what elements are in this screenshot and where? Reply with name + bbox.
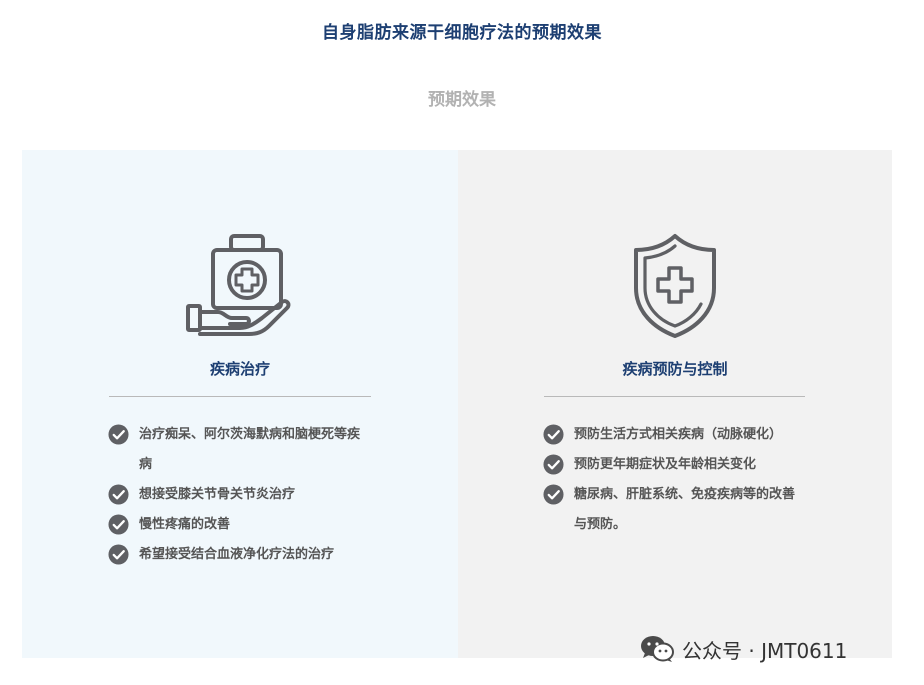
- wechat-icon: [641, 636, 674, 662]
- check-circle-icon: [543, 424, 564, 445]
- list-item-text: 想接受膝关节骨关节炎治疗: [139, 487, 296, 502]
- watermark: 公众号 · JMT0611: [640, 634, 847, 664]
- shield-cross-icon: [634, 234, 716, 338]
- check-circle-icon: [108, 514, 129, 535]
- prevention-list: 预防生活方式相关疾病（动脉硬化） 预防更年期症状及年龄相关变化 糖尿病、肝脏系统…: [543, 420, 803, 540]
- panel-disease-prevention: 疾病预防与控制 预防生活方式相关疾病（动脉硬化） 预防更年期症状及年龄相关变化 …: [458, 150, 892, 658]
- check-circle-icon: [543, 484, 564, 505]
- list-item-text: 希望接受结合血液净化疗法的治疗: [139, 547, 335, 562]
- watermark-text: 公众号 · JMT0611: [682, 638, 848, 663]
- divider: [544, 396, 805, 397]
- list-item-text: 慢性疼痛的改善: [139, 517, 231, 532]
- panel-disease-treatment: 疾病治疗 治疗痴呆、阿尔茨海默病和脑梗死等疾病 想接受膝关节骨关节炎治疗 慢性疼…: [22, 150, 458, 658]
- check-circle-icon: [108, 484, 129, 505]
- list-item-text: 糖尿病、肝脏系统、免疫疾病等的改善与预防。: [574, 487, 796, 532]
- list-item: 希望接受结合血液净化疗法的治疗: [108, 540, 368, 570]
- list-item: 预防生活方式相关疾病（动脉硬化）: [543, 420, 803, 450]
- list-item: 糖尿病、肝脏系统、免疫疾病等的改善与预防。: [543, 480, 803, 540]
- check-circle-icon: [543, 454, 564, 475]
- list-item: 想接受膝关节骨关节炎治疗: [108, 480, 368, 510]
- check-circle-icon: [108, 424, 129, 445]
- list-item: 预防更年期症状及年龄相关变化: [543, 450, 803, 480]
- list-item: 慢性疼痛的改善: [108, 510, 368, 540]
- treatment-list: 治疗痴呆、阿尔茨海默病和脑梗死等疾病 想接受膝关节骨关节炎治疗 慢性疼痛的改善 …: [108, 420, 368, 570]
- list-item-text: 治疗痴呆、阿尔茨海默病和脑梗死等疾病: [139, 427, 361, 472]
- section-subtitle: 预期效果: [428, 90, 496, 110]
- list-item: 治疗痴呆、阿尔茨海默病和脑梗死等疾病: [108, 420, 368, 480]
- list-item-text: 预防生活方式相关疾病（动脉硬化）: [574, 427, 783, 442]
- panel-heading: 疾病治疗: [209, 360, 270, 378]
- divider: [109, 396, 371, 397]
- page-title: 自身脂肪来源干细胞疗法的预期效果: [322, 23, 602, 43]
- list-item-text: 预防更年期症状及年龄相关变化: [574, 457, 757, 472]
- check-circle-icon: [108, 544, 129, 565]
- panel-heading: 疾病预防与控制: [622, 360, 728, 378]
- medical-kit-hand-icon: [186, 234, 291, 336]
